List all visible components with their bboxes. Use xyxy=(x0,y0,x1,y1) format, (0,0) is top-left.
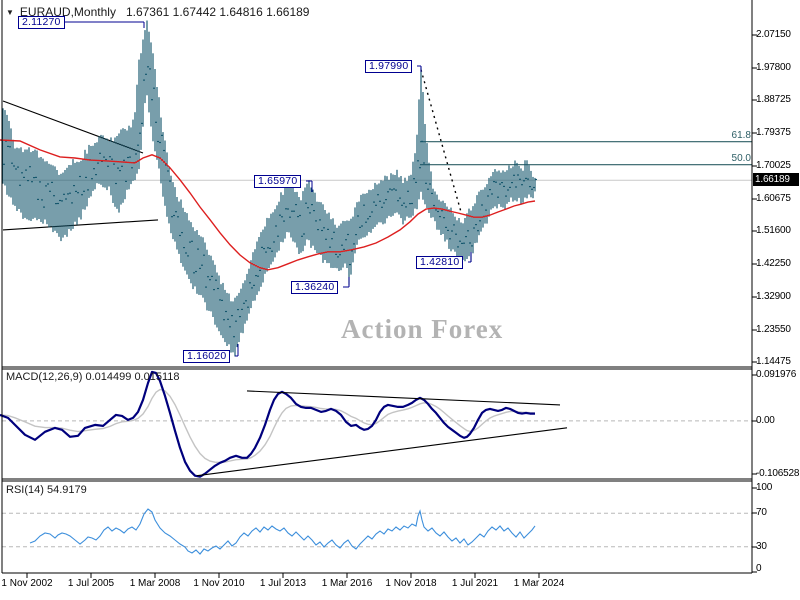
price-axis-tick: 1.88725 xyxy=(756,94,791,105)
price-axis-tick: 1.14475 xyxy=(756,356,791,367)
dropdown-icon[interactable]: ▼ xyxy=(6,8,14,17)
chart-canvas[interactable] xyxy=(0,0,800,600)
price-annotation[interactable]: 1.16020 xyxy=(183,350,231,363)
time-axis-label: 1 Jul 2013 xyxy=(259,578,307,589)
time-axis-label: 1 Jul 2005 xyxy=(67,578,115,589)
price-axis-tick: 1.79375 xyxy=(756,127,791,138)
macd-axis-tick: 0.00 xyxy=(756,414,775,426)
time-axis-label: 1 Nov 2018 xyxy=(385,578,437,589)
time-axis-label: 1 Nov 2002 xyxy=(1,578,53,589)
time-axis-label: 1 Jul 2021 xyxy=(451,578,499,589)
rsi-axis-tick: 100 xyxy=(756,482,773,493)
macd-axis-tick: -0.106528 xyxy=(756,468,800,479)
macd-header: MACD(12,26,9) 0.014499 0.015118 xyxy=(6,371,180,383)
price-axis-tick: 1.60675 xyxy=(756,192,791,204)
rsi-axis-tick: 0 xyxy=(756,563,762,574)
macd-value-signal: 0.015118 xyxy=(134,371,180,383)
rsi-label: RSI(14) xyxy=(6,484,44,496)
fib-61-8-label[interactable]: 61.8 xyxy=(732,130,751,141)
rsi-value: 54.9179 xyxy=(46,484,87,496)
price-axis-tick: 1.70025 xyxy=(756,159,791,171)
price-annotation[interactable]: 1.97990 xyxy=(365,60,413,73)
rsi-axis-tick: 70 xyxy=(756,507,767,519)
price-axis-tick: 1.32900 xyxy=(756,290,791,302)
price-annotation[interactable]: 2.11270 xyxy=(18,16,65,29)
macd-line xyxy=(0,370,535,478)
price-axis-tick: 1.42250 xyxy=(756,257,791,269)
time-axis-label: 1 Nov 2010 xyxy=(193,578,245,589)
price-bars xyxy=(2,20,537,357)
macd-label: MACD(12,26,9) xyxy=(6,371,83,383)
ohlc-values: 1.67361 1.67442 1.64816 1.66189 xyxy=(125,5,310,19)
price-axis-tick: 1.97800 xyxy=(756,61,791,73)
time-axis-label: 1 Mar 2016 xyxy=(321,578,373,589)
macd-axis-tick: 0.091976 xyxy=(756,369,797,380)
price-axis-tick: 2.07150 xyxy=(756,29,791,40)
rsi-header: RSI(14) 54.9179 xyxy=(6,484,87,496)
macd-value-main: 0.014499 xyxy=(85,371,132,383)
price-annotation[interactable]: 1.65970 xyxy=(254,175,302,188)
rsi-axis-tick: 30 xyxy=(756,540,767,552)
price-axis-tick: 1.51600 xyxy=(756,225,791,236)
price-annotation[interactable]: 1.36240 xyxy=(291,281,339,294)
time-axis-label: 1 Mar 2008 xyxy=(129,578,181,589)
current-price-badge: 1.66189 xyxy=(753,173,799,186)
time-axis-label: 1 Mar 2024 xyxy=(513,578,565,589)
price-axis-tick: 1.23550 xyxy=(756,323,791,335)
price-annotation[interactable]: 1.42810 xyxy=(416,256,464,269)
fib-50-0-label[interactable]: 50.0 xyxy=(732,153,751,164)
watermark: Action Forex xyxy=(341,314,504,344)
